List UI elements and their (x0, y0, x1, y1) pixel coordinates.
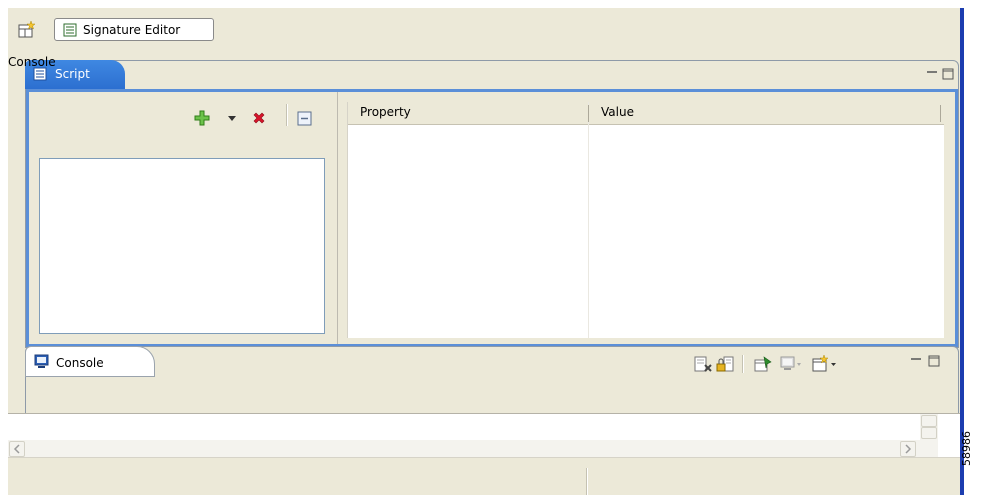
column-header-separator (940, 105, 941, 122)
minimize-icon[interactable] (924, 67, 940, 81)
collapse-all-icon[interactable] (297, 111, 312, 126)
column-separator (588, 102, 589, 338)
status-bar (8, 457, 960, 495)
workbench-window: Signature Editor Script Property Value C… (8, 8, 960, 495)
script-icon (33, 67, 47, 81)
clear-console-icon[interactable] (694, 356, 712, 372)
script-view-header: Script (25, 60, 958, 89)
console-view-header: Console (25, 346, 958, 377)
console-output[interactable] (8, 413, 960, 458)
scroll-left-button[interactable] (9, 441, 25, 457)
tab-console[interactable]: Console (25, 346, 155, 377)
console-title: Console (8, 55, 56, 69)
dropdown-arrow-icon[interactable] (228, 116, 236, 122)
pane-divider[interactable] (337, 92, 338, 344)
column-header-separator (588, 105, 589, 122)
toolbar-separator (286, 104, 288, 126)
toolbar-separator (742, 355, 744, 373)
add-icon[interactable] (194, 110, 210, 126)
open-console-icon[interactable] (812, 355, 838, 372)
script-view: Script Property Value (25, 60, 959, 348)
delete-icon[interactable] (252, 111, 266, 125)
script-list-pane (29, 92, 335, 344)
script-view-body: Property Value (26, 89, 958, 347)
column-header-value[interactable]: Value (589, 102, 944, 125)
column-header-property[interactable]: Property (348, 102, 588, 125)
maximize-icon[interactable] (940, 67, 956, 81)
scroll-up-button[interactable] (921, 415, 937, 427)
script-list[interactable] (39, 158, 325, 334)
tab-script-label: Script (55, 67, 90, 81)
editor-tab-label: Signature Editor (83, 23, 181, 37)
pin-console-icon[interactable] (754, 356, 772, 372)
console-icon (34, 354, 49, 368)
editor-tab-signature-editor[interactable]: Signature Editor (54, 18, 214, 41)
scroll-lock-icon[interactable] (716, 356, 734, 372)
chevron-right-icon (905, 444, 912, 454)
display-selected-console-icon[interactable] (780, 356, 802, 372)
scroll-down-button[interactable] (921, 427, 937, 439)
status-separator (586, 468, 588, 495)
vertical-scrollbar[interactable] (920, 414, 938, 440)
property-table[interactable]: Property Value (347, 102, 944, 338)
maximize-icon[interactable] (926, 354, 942, 368)
figure-id-label: 58986 (960, 431, 973, 466)
scroll-right-button[interactable] (900, 441, 916, 457)
open-perspective-icon[interactable] (17, 20, 37, 40)
tab-console-label: Console (56, 356, 104, 370)
minimize-icon[interactable] (908, 354, 924, 368)
signature-editor-icon (63, 23, 77, 37)
chevron-left-icon (13, 444, 20, 454)
horizontal-scrollbar[interactable] (8, 440, 938, 458)
